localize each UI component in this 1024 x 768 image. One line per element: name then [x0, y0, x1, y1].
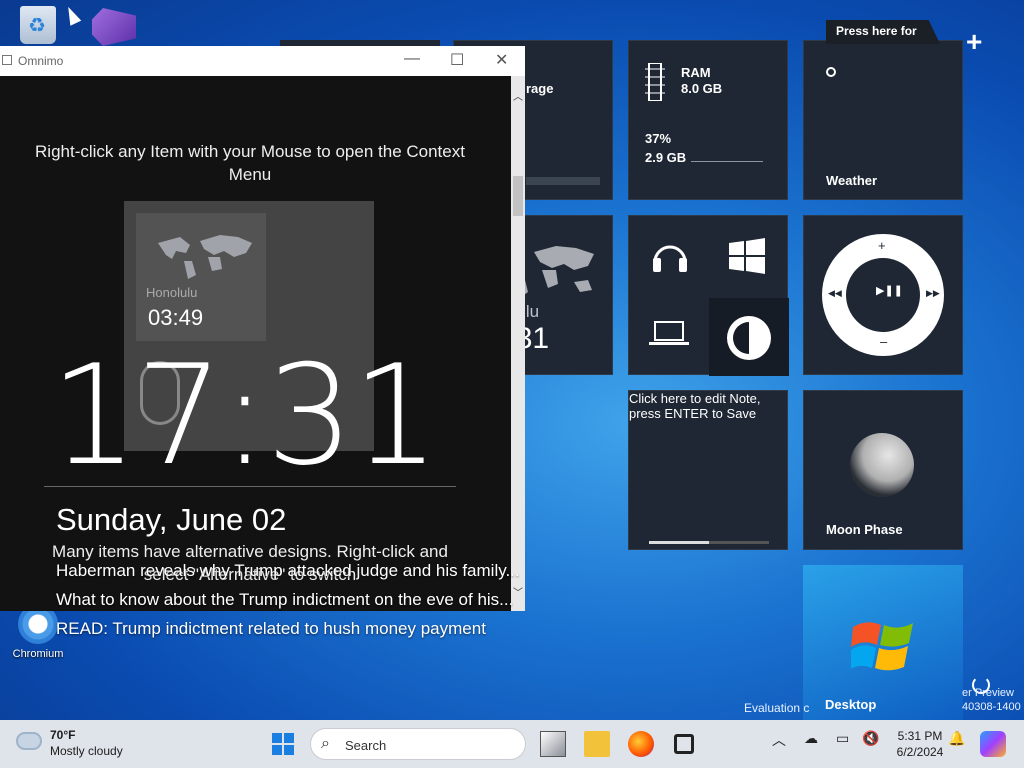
volume-down-icon[interactable]: – [880, 334, 887, 349]
previous-track-icon[interactable]: ◀◀ [828, 288, 842, 299]
moon-icon [850, 433, 914, 497]
play-pause-icon: ▶❚❚ [876, 285, 903, 297]
contrast-icon [727, 316, 771, 360]
news-item[interactable]: Haberman reveals why Trump attacked judg… [56, 561, 520, 581]
scroll-thumb[interactable] [513, 176, 523, 216]
maximize-button[interactable]: ☐ [450, 50, 464, 70]
windows-logo-icon [851, 622, 913, 671]
start-button[interactable] [272, 733, 294, 755]
weather-desc: Mostly cloudy [50, 744, 123, 758]
system-time: 5:31 PM [897, 729, 943, 743]
weather-label: Weather [826, 173, 878, 188]
search-box[interactable]: ⌕ Search [310, 728, 526, 760]
press-here-label: Press here for [836, 24, 917, 38]
close-button[interactable]: ✕ [495, 50, 508, 70]
minimize-button[interactable]: — [404, 50, 420, 68]
demo-clock-city: Honolulu [146, 285, 198, 300]
next-track-icon[interactable]: ▶▶ [926, 288, 940, 299]
window-titlebar[interactable]: Omnimo — ☐ ✕ [0, 46, 525, 76]
visual-studio-icon[interactable] [92, 8, 142, 48]
widgets-icon[interactable] [674, 734, 694, 754]
window-app-icon [2, 55, 12, 65]
cloud-icon [16, 732, 42, 750]
volume-up-icon[interactable]: + [878, 238, 886, 253]
search-placeholder: Search [345, 738, 387, 753]
big-clock-time: 17:31 [50, 335, 440, 496]
task-view-icon[interactable] [540, 731, 566, 757]
build-line-1: er Preview [962, 687, 1014, 699]
ram-tile[interactable]: RAM 8.0 GB 37% 2.9 GB [628, 40, 788, 200]
ram-title: RAM [681, 65, 711, 80]
notifications-icon[interactable]: 🔔 [948, 730, 965, 747]
scroll-up-icon[interactable]: ︿ [513, 88, 523, 103]
demo-clock[interactable]: Honolulu 03:49 [136, 213, 266, 341]
headphones-icon [653, 245, 687, 272]
copilot-icon[interactable] [980, 731, 1006, 757]
add-tile-button[interactable]: + [966, 26, 982, 58]
apps-tile[interactable] [628, 215, 789, 376]
weather-dot-icon [826, 67, 836, 77]
context-menu-hint: Right-click any Item with your Mouse to … [35, 142, 465, 184]
ram-graph [691, 161, 763, 162]
network-icon[interactable]: ▭ [836, 730, 849, 747]
window-title: Omnimo [18, 54, 64, 68]
ram-used: 2.9 GB [645, 150, 687, 165]
desktop-label: Desktop [825, 697, 877, 712]
chromium-label: Chromium [12, 648, 64, 660]
taskbar: 70°F Mostly cloudy ⌕ Search ︿ ☁ ▭ 🔇 5:31… [0, 720, 1024, 768]
big-clock-date: Sunday, June 02 [56, 502, 287, 537]
moon-label: Moon Phase [826, 522, 903, 537]
desktop-tile[interactable]: Desktop [803, 565, 963, 720]
news-item[interactable]: What to know about the Trump indictment … [56, 590, 513, 610]
window-scrollbar[interactable]: ︿ ﹀ [511, 76, 525, 611]
windows-icon [729, 238, 765, 274]
cloud-sync-icon[interactable]: ☁ [804, 730, 818, 747]
ram-total: 8.0 GB [681, 81, 723, 96]
volume-muted-icon[interactable]: 🔇 [862, 730, 879, 747]
ram-percent: 37% [645, 131, 672, 146]
storage-label: rage [526, 81, 554, 96]
clock-divider [44, 486, 456, 487]
recycle-bin-icon[interactable] [18, 6, 58, 46]
build-line-2: 40308-1400 [962, 701, 1021, 713]
news-item[interactable]: READ: Trump indictment related to hush m… [56, 619, 486, 639]
press-here-tab[interactable]: Press here for [826, 20, 940, 44]
demo-world-map-icon [158, 235, 252, 279]
weather-temp: 70°F [50, 728, 76, 742]
build-watermark: er Preview 40308-1400 [962, 686, 1021, 714]
ram-chip-icon [645, 63, 665, 101]
storage-bar [526, 177, 600, 185]
note-tile[interactable]: Click here to edit Note, press ENTER to … [628, 390, 788, 550]
note-text[interactable]: Click here to edit Note, press ENTER to … [629, 391, 763, 421]
system-date: 6/2/2024 [896, 745, 944, 759]
media-player-tile[interactable]: ▶❚❚ + – ◀◀ ▶▶ [803, 215, 963, 375]
moon-phase-tile[interactable]: Moon Phase [803, 390, 963, 550]
file-explorer-icon[interactable] [584, 731, 610, 757]
show-hidden-icons[interactable]: ︿ [772, 730, 786, 750]
search-icon: ⌕ [321, 735, 330, 752]
firefox-icon[interactable] [628, 731, 654, 757]
omnimo-window: Omnimo — ☐ ✕ ︿ ﹀ Right-click any Item wi… [0, 46, 525, 611]
weather-tile[interactable]: Weather [803, 40, 963, 200]
laptop-icon [649, 321, 689, 345]
system-clock[interactable]: 5:31 PM 6/2/2024 [890, 728, 950, 760]
demo-clock-time: 03:49 [148, 305, 204, 330]
mouse-cursor-icon [62, 4, 82, 26]
evaluation-watermark: Evaluation c [744, 701, 810, 715]
note-bar-fill [649, 541, 709, 544]
scroll-down-icon[interactable]: ﹀ [513, 584, 523, 599]
